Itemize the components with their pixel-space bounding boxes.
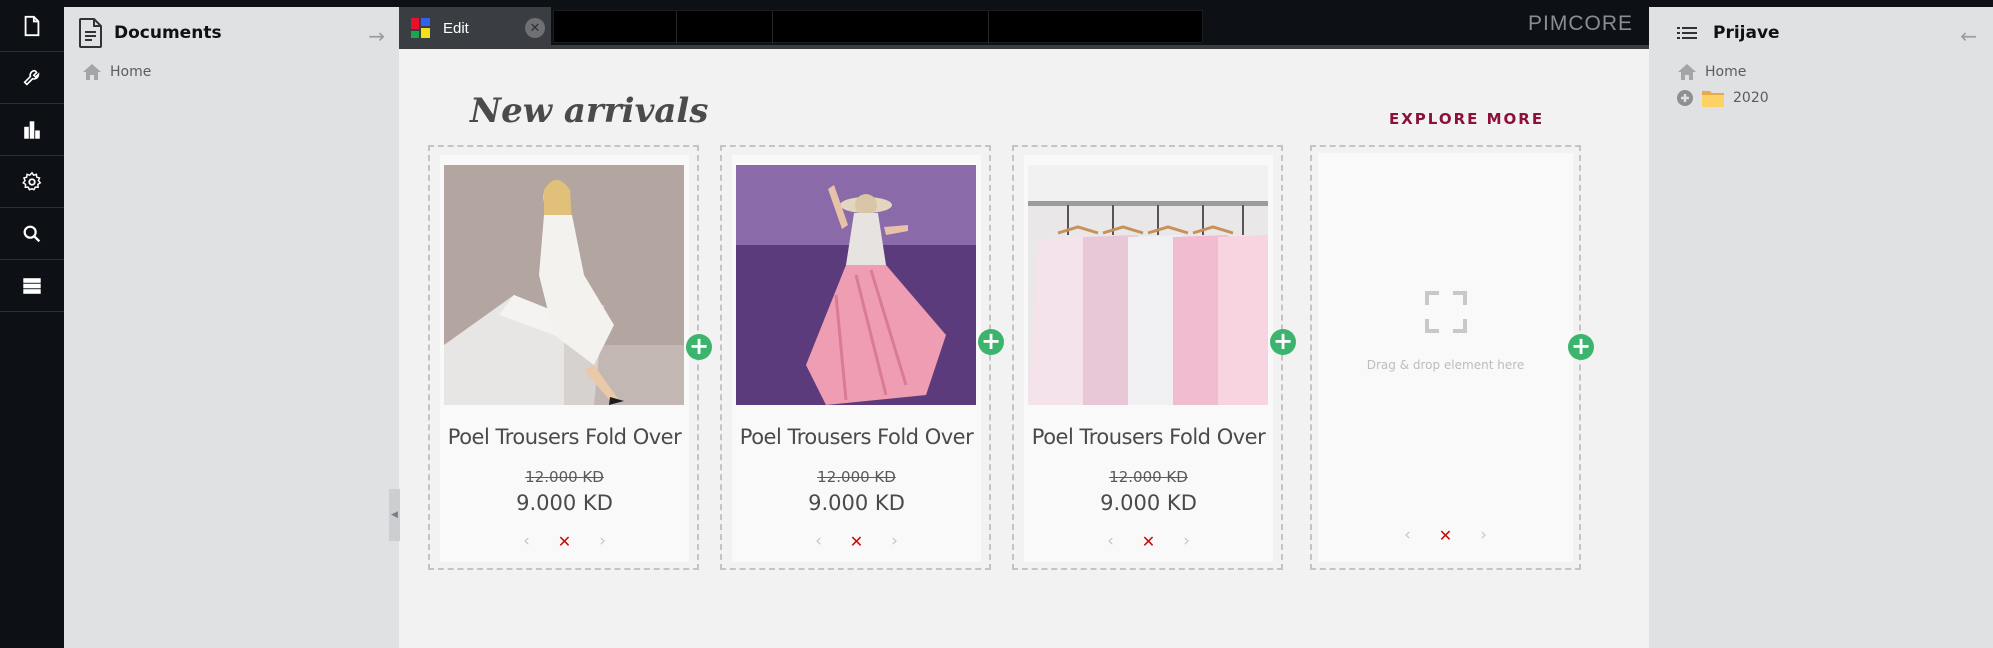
product-price: 9.000 KD bbox=[516, 491, 613, 515]
list-icon bbox=[1677, 27, 1697, 39]
product-slot[interactable]: Poel Trousers Fold Over 12.000 KD 9.000 … bbox=[428, 145, 699, 570]
nav-documents[interactable] bbox=[0, 0, 64, 52]
collapse-arrow-left-icon[interactable]: ← bbox=[1960, 24, 1977, 48]
tab-separator bbox=[772, 11, 773, 44]
product-card: Poel Trousers Fold Over 12.000 KD 9.000 … bbox=[732, 155, 981, 562]
tab-separator bbox=[676, 11, 677, 44]
nav-settings[interactable] bbox=[0, 156, 64, 208]
nav-search[interactable] bbox=[0, 208, 64, 260]
product-slot[interactable]: Poel Trousers Fold Over 12.000 KD 9.000 … bbox=[720, 145, 991, 570]
collapse-left-panel-handle[interactable]: ◀ bbox=[389, 489, 400, 541]
slot-controls: ‹ ✕ › bbox=[1024, 531, 1273, 551]
product-price: 9.000 KD bbox=[808, 491, 905, 515]
main-nav-rail bbox=[0, 0, 64, 648]
empty-slot[interactable]: Drag & drop element here ‹ ✕ › bbox=[1310, 145, 1581, 570]
home-icon bbox=[83, 64, 101, 80]
product-name[interactable]: Poel Trousers Fold Over bbox=[732, 425, 981, 449]
documents-panel-title: Documents bbox=[114, 23, 222, 43]
move-right-icon[interactable]: › bbox=[1180, 531, 1194, 551]
delete-icon[interactable]: ✕ bbox=[850, 532, 864, 551]
drop-target-icon bbox=[1425, 291, 1467, 333]
product-old-price: 12.000 KD bbox=[525, 468, 604, 486]
app-window: Documents → Home Edit ✕ PIMCORE New arri… bbox=[0, 0, 1993, 648]
folder-icon bbox=[1702, 91, 1724, 107]
add-element-button[interactable]: + bbox=[686, 334, 712, 360]
expand-plus-icon[interactable] bbox=[1677, 90, 1693, 106]
delete-icon[interactable]: ✕ bbox=[1439, 526, 1453, 545]
search-icon bbox=[23, 225, 41, 242]
editor-canvas: New arrivals EXPLORE MORE Poel Trousers … bbox=[399, 49, 1649, 648]
close-tab-icon[interactable]: ✕ bbox=[525, 18, 545, 38]
document-icon bbox=[24, 15, 40, 36]
prijave-panel: Prijave ← Home 2020 bbox=[1649, 7, 1993, 648]
add-element-button[interactable]: + bbox=[1568, 334, 1594, 360]
tree-item-label: Home bbox=[110, 64, 152, 80]
slot-controls: ‹ ✕ › bbox=[1318, 525, 1573, 545]
product-slot[interactable]: Poel Trousers Fold Over 12.000 KD 9.000 … bbox=[1012, 145, 1283, 570]
tree-item-label: 2020 bbox=[1733, 90, 1769, 106]
move-right-icon[interactable]: › bbox=[888, 531, 902, 551]
product-old-price: 12.000 KD bbox=[1109, 468, 1188, 486]
move-left-icon[interactable]: ‹ bbox=[1104, 531, 1118, 551]
move-left-icon[interactable]: ‹ bbox=[812, 531, 826, 551]
pimcore-logo: PIMCORE bbox=[1527, 12, 1633, 35]
product-card: Poel Trousers Fold Over 12.000 KD 9.000 … bbox=[1024, 155, 1273, 562]
product-name[interactable]: Poel Trousers Fold Over bbox=[1024, 425, 1273, 449]
nav-tools[interactable] bbox=[0, 52, 64, 104]
home-icon bbox=[1678, 64, 1696, 80]
tree-item-home[interactable]: Home bbox=[1649, 59, 1993, 85]
slot-controls: ‹ ✕ › bbox=[440, 531, 689, 551]
drop-zone[interactable]: Drag & drop element here ‹ ✕ › bbox=[1318, 153, 1573, 562]
nav-marketing[interactable] bbox=[0, 104, 64, 156]
tree-item-label: Home bbox=[1705, 64, 1747, 80]
product-card: Poel Trousers Fold Over 12.000 KD 9.000 … bbox=[440, 155, 689, 562]
bar-chart-icon bbox=[24, 120, 40, 139]
explore-more-link[interactable]: EXPLORE MORE bbox=[1389, 110, 1544, 128]
documents-panel-header: Documents → bbox=[64, 7, 399, 59]
tab-edit[interactable]: Edit ✕ bbox=[399, 7, 551, 49]
documents-panel: Documents → Home bbox=[64, 7, 399, 648]
tab-edit-label: Edit bbox=[443, 19, 469, 37]
add-element-button[interactable]: + bbox=[1270, 329, 1296, 355]
section-heading[interactable]: New arrivals bbox=[470, 91, 708, 131]
move-right-icon[interactable]: › bbox=[1477, 525, 1491, 545]
collapse-arrow-right-icon[interactable]: → bbox=[368, 24, 385, 48]
product-image[interactable] bbox=[736, 165, 976, 405]
move-left-icon[interactable]: ‹ bbox=[1401, 525, 1415, 545]
delete-icon[interactable]: ✕ bbox=[558, 532, 572, 551]
move-left-icon[interactable]: ‹ bbox=[520, 531, 534, 551]
move-right-icon[interactable]: › bbox=[596, 531, 610, 551]
product-price: 9.000 KD bbox=[1100, 491, 1197, 515]
product-old-price: 12.000 KD bbox=[817, 468, 896, 486]
wrench-icon bbox=[23, 69, 40, 86]
gear-icon bbox=[22, 171, 42, 191]
nav-data-objects[interactable] bbox=[0, 260, 64, 312]
tab-separator bbox=[988, 11, 989, 44]
product-name[interactable]: Poel Trousers Fold Over bbox=[440, 425, 689, 449]
tab-strip bbox=[553, 10, 1203, 44]
product-image[interactable] bbox=[1028, 165, 1268, 405]
tree-item-2020[interactable]: 2020 bbox=[1649, 85, 1993, 111]
pimcore-edit-icon bbox=[411, 18, 430, 38]
prijave-panel-title: Prijave bbox=[1713, 23, 1780, 43]
prijave-panel-header: Prijave ← bbox=[1649, 7, 1993, 59]
product-image[interactable] bbox=[444, 165, 684, 405]
delete-icon[interactable]: ✕ bbox=[1142, 532, 1156, 551]
tree-item-home[interactable]: Home bbox=[64, 59, 399, 85]
document-icon bbox=[79, 18, 102, 48]
slot-controls: ‹ ✕ › bbox=[732, 531, 981, 551]
tab-bar: Edit ✕ PIMCORE bbox=[399, 7, 1649, 49]
add-element-button[interactable]: + bbox=[978, 329, 1004, 355]
drop-zone-hint: Drag & drop element here bbox=[1366, 358, 1525, 372]
server-list-icon bbox=[23, 277, 41, 294]
